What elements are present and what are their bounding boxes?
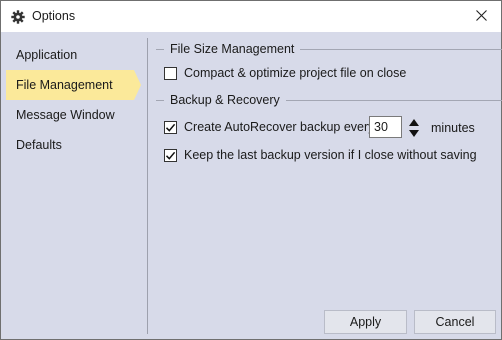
compact-label: Compact & optimize project file on close <box>184 66 407 80</box>
backup-group-label: Backup & Recovery <box>170 93 280 107</box>
group-line <box>300 48 502 50</box>
keep-last-option[interactable]: Keep the last backup version if I close … <box>164 148 477 162</box>
close-button[interactable] <box>461 1 501 32</box>
keep-last-label: Keep the last backup version if I close … <box>184 148 477 162</box>
autorecover-checkbox[interactable] <box>164 120 177 134</box>
sidebar: Application File Management Message Wind… <box>1 32 149 339</box>
sidebar-item-label: Message Window <box>16 108 115 122</box>
compact-checkbox[interactable] <box>164 66 177 80</box>
sidebar-item-defaults[interactable]: Defaults <box>6 130 136 160</box>
title-bar: Options <box>1 1 501 32</box>
file-size-group-header: File Size Management <box>156 42 502 56</box>
gear-icon <box>10 9 25 24</box>
group-line <box>285 99 502 101</box>
close-icon <box>475 9 487 24</box>
compact-option[interactable]: Compact & optimize project file on close <box>164 66 406 80</box>
autorecover-minutes-input[interactable] <box>369 116 402 138</box>
checkmark-icon <box>165 151 176 160</box>
keep-last-checkbox[interactable] <box>164 148 177 162</box>
backup-group-header: Backup & Recovery <box>156 93 502 107</box>
sidebar-divider <box>147 38 148 334</box>
spin-down-button[interactable] <box>405 127 422 138</box>
minutes-label: minutes <box>431 121 475 135</box>
apply-button[interactable]: Apply <box>324 310 407 334</box>
options-dialog: Options Application File Management Mess… <box>0 0 502 340</box>
autorecover-label: Create AutoRecover backup every <box>184 120 375 134</box>
checkmark-icon <box>165 123 176 132</box>
caret-down-icon <box>408 126 419 140</box>
sidebar-item-message-window[interactable]: Message Window <box>6 100 136 130</box>
sidebar-item-file-management[interactable]: File Management <box>6 70 141 100</box>
cancel-button[interactable]: Cancel <box>414 310 496 334</box>
autorecover-option[interactable]: Create AutoRecover backup every <box>164 120 374 134</box>
sidebar-item-label: Application <box>16 48 78 62</box>
sidebar-item-label: Defaults <box>16 138 62 152</box>
window-title: Options <box>32 9 76 23</box>
sidebar-item-application[interactable]: Application <box>6 40 136 70</box>
file-size-group-label: File Size Management <box>170 42 295 56</box>
sidebar-item-label: File Management <box>16 78 113 92</box>
